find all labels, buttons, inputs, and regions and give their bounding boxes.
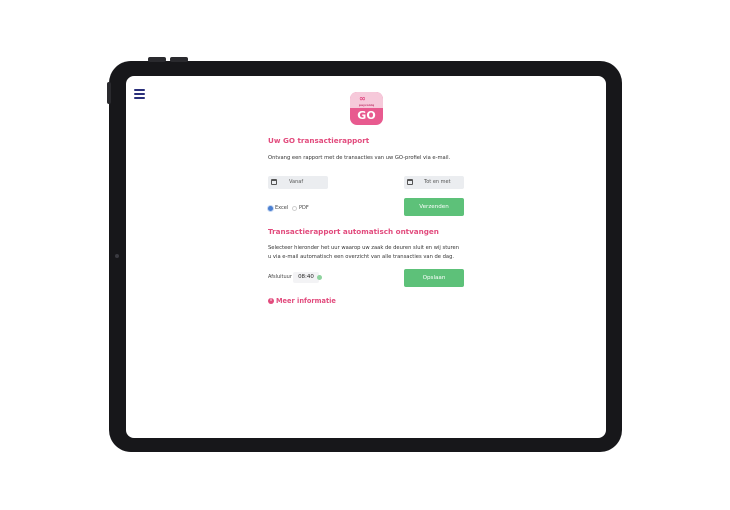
- menu-icon[interactable]: [134, 89, 145, 99]
- calendar-icon: [407, 179, 413, 185]
- info-icon: i: [268, 298, 274, 304]
- logo-go-text: GO: [357, 109, 376, 122]
- radio-pdf[interactable]: [292, 206, 297, 211]
- calendar-icon: [271, 179, 277, 185]
- date-to-placeholder: Tot en met: [424, 179, 451, 185]
- more-info-link[interactable]: Meer informatie: [276, 297, 336, 305]
- app-logo: ∞ payconiq GO: [350, 92, 383, 125]
- screen: ∞ payconiq GO Uw GO transactierapport On…: [126, 76, 606, 438]
- logo-brand-text: payconiq: [358, 103, 375, 107]
- send-button[interactable]: Verzenden: [404, 198, 464, 216]
- radio-excel-label: Excel: [275, 205, 289, 211]
- save-button[interactable]: Opslaan: [404, 269, 464, 287]
- radio-excel[interactable]: [268, 206, 273, 211]
- report-description: Ontvang een rapport met de transacties v…: [268, 155, 451, 161]
- closing-time-label: Afsluituur: [268, 274, 292, 280]
- date-from-field[interactable]: Vanaf: [268, 176, 328, 189]
- auto-report-title: Transactierapport automatisch ontvangen: [268, 227, 439, 236]
- volume-button: [148, 57, 166, 62]
- date-from-placeholder: Vanaf: [289, 179, 304, 185]
- status-dot-icon: [317, 275, 322, 280]
- side-button: [107, 82, 111, 104]
- auto-report-description-line2: u via e-mail automatisch een overzicht v…: [268, 254, 455, 260]
- link-icon: ∞: [359, 94, 366, 103]
- date-to-field[interactable]: Tot en met: [404, 176, 464, 189]
- camera-dot: [115, 254, 119, 258]
- radio-pdf-label: PDF: [299, 205, 309, 211]
- power-button: [170, 57, 188, 62]
- closing-time-input[interactable]: 08:40: [293, 272, 319, 283]
- report-title: Uw GO transactierapport: [268, 136, 370, 145]
